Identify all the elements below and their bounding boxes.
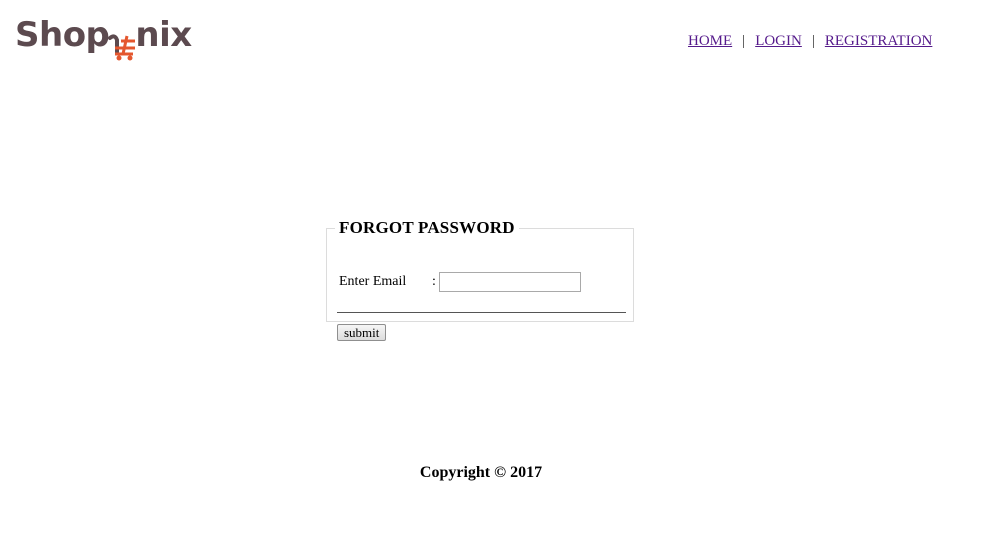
email-label: Enter Email [339, 274, 407, 289]
logo-text-shop: Shop [15, 15, 110, 55]
site-logo[interactable]: Shop nix [15, 14, 192, 64]
email-row: Enter Email : [339, 272, 581, 292]
footer-copyright: Copyright © 2017 [419, 464, 543, 481]
email-colon: : [432, 274, 436, 289]
logo-text-nix: nix [135, 15, 192, 55]
shopping-cart-icon [107, 14, 137, 61]
submit-button[interactable]: submit [337, 324, 387, 341]
nav-link-login[interactable]: LOGIN [755, 33, 802, 49]
nav-separator: | [811, 33, 815, 49]
form-divider [337, 312, 626, 313]
top-nav: HOME | LOGIN | REGISTRATION [688, 33, 932, 50]
nav-link-registration[interactable]: REGISTRATION [825, 33, 933, 49]
form-title: FORGOT PASSWORD [339, 218, 515, 237]
forgot-password-form: FORGOT PASSWORD Enter Email : submit [326, 218, 634, 341]
email-input[interactable] [439, 272, 581, 292]
nav-separator: | [742, 33, 746, 49]
nav-link-home[interactable]: HOME [688, 33, 732, 49]
